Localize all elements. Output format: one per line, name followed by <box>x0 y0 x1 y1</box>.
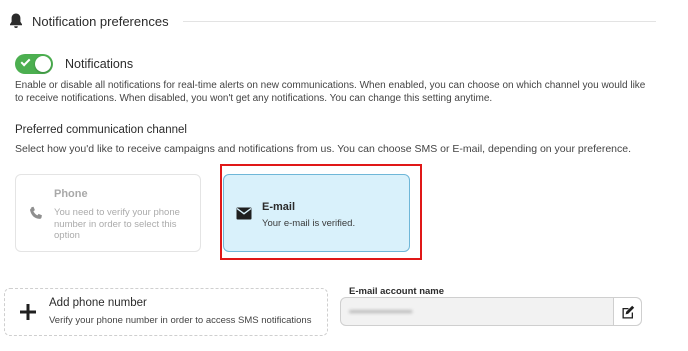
section-header: Notification preferences <box>8 10 656 32</box>
add-phone-title: Add phone number <box>49 297 147 309</box>
channel-option-subtitle: You need to verify your phone number in … <box>54 207 180 241</box>
notifications-toggle-row: Notifications <box>15 54 133 74</box>
bell-icon <box>10 13 22 28</box>
channel-option-phone[interactable]: Phone You need to verify your phone numb… <box>15 174 201 252</box>
toggle-knob <box>35 56 51 72</box>
edit-icon <box>622 305 634 318</box>
phone-icon <box>30 206 42 219</box>
notifications-toggle[interactable] <box>15 54 53 74</box>
check-icon <box>20 56 31 67</box>
email-account-field[interactable]: ••••••••••••••••••••• <box>340 297 642 326</box>
preferred-channel-description: Select how you'd like to receive campaig… <box>15 143 632 155</box>
section-title: Notification preferences <box>32 13 169 29</box>
email-account-label: E-mail account name <box>347 286 447 297</box>
notifications-description: Enable or disable all notifications for … <box>15 80 646 104</box>
channel-option-subtitle: Your e-mail is verified. <box>262 218 356 229</box>
section-divider <box>182 20 656 22</box>
channel-option-title: E-mail <box>262 201 296 213</box>
envelope-icon <box>236 207 252 220</box>
add-phone-subtitle: Verify your phone number in order to acc… <box>49 315 312 326</box>
channel-option-title: Phone <box>54 188 88 200</box>
preferred-channel-title: Preferred communication channel <box>15 124 187 136</box>
notifications-label: Notifications <box>65 57 134 71</box>
add-phone-number-button[interactable]: Add phone number Verify your phone numbe… <box>4 288 328 336</box>
channel-option-email[interactable]: E-mail Your e-mail is verified. <box>223 174 410 252</box>
edit-email-button[interactable] <box>613 298 641 325</box>
email-account-value: ••••••••••••••••••••• <box>349 307 413 318</box>
plus-icon <box>20 304 36 320</box>
